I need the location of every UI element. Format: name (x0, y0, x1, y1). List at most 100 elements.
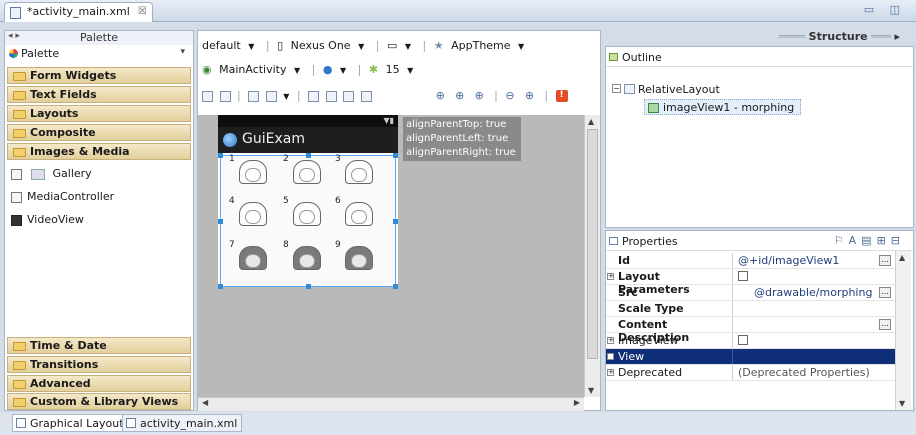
distribute-icon[interactable] (308, 90, 320, 102)
expand-all-icon[interactable]: ⊞ (877, 234, 891, 247)
activity-icon: ◉ (202, 63, 212, 76)
scroll-down-icon[interactable]: ▼ (899, 399, 905, 408)
scroll-up-icon[interactable]: ▲ (899, 253, 905, 262)
zoom-to-fit-icon[interactable]: ⊕ (436, 89, 448, 102)
property-row-layout-parameters[interactable]: + Layout Parameters (606, 269, 895, 296)
resize-handle[interactable] (218, 219, 223, 224)
tab-graphical-layout[interactable]: Graphical Layout (12, 414, 129, 432)
chevron-down-icon[interactable]: ▾ (180, 47, 185, 57)
tab-xml-source[interactable]: activity_main.xml (122, 414, 243, 432)
layout-params-icon[interactable] (360, 90, 372, 102)
checkbox-icon[interactable] (738, 271, 748, 281)
tab-label: Graphical Layout (30, 417, 124, 430)
palette-category-layouts[interactable]: Layouts (7, 105, 191, 122)
morph-frame: 5 (283, 196, 329, 240)
margins-icon[interactable] (248, 90, 260, 102)
structure-header: ════ Structure ═══ ▸ (778, 30, 900, 43)
property-row-id[interactable]: Id @+id/imageView1 … (606, 253, 895, 269)
scroll-left-icon[interactable]: ◀ (202, 398, 208, 407)
properties-icon (609, 237, 618, 245)
toggle-fill-width-icon[interactable] (202, 90, 213, 102)
scroll-up-icon[interactable]: ▲ (588, 117, 594, 126)
property-key: ImageView (618, 334, 679, 347)
property-row-view[interactable]: + View (606, 349, 895, 365)
property-row-src[interactable]: Src @drawable/morphing … (606, 285, 895, 301)
toggle-fill-height-icon[interactable] (219, 90, 231, 102)
properties-scrollbar[interactable]: ▲ ▼ (895, 251, 911, 410)
image-view-morphing[interactable]: 1 2 3 4 5 6 7 8 9 (218, 153, 398, 289)
checkbox-icon[interactable] (738, 335, 748, 345)
property-key: Src (618, 286, 638, 299)
activity-dropdown[interactable]: ◉ MainActivity ▼ (202, 63, 304, 76)
categories-icon[interactable]: ▤ (861, 234, 876, 247)
property-row-imageview[interactable]: + ImageView (606, 333, 895, 349)
align-icon[interactable] (325, 90, 337, 102)
scroll-right-icon[interactable]: ▶ (574, 398, 580, 407)
palette-item-videoview[interactable]: VideoView (11, 213, 84, 231)
editor-tab[interactable]: *activity_main.xml ☒ (4, 2, 153, 22)
canvas-horizontal-scrollbar[interactable]: ◀ ▶ (198, 397, 584, 411)
expand-arrow-icon[interactable]: ▸ (894, 30, 900, 43)
palette-category-text-fields[interactable]: Text Fields (7, 86, 191, 103)
ellipsis-button[interactable]: … (879, 287, 891, 298)
palette-category-transitions[interactable]: Transitions (7, 356, 191, 373)
resize-handle[interactable] (306, 284, 311, 289)
scroll-down-icon[interactable]: ▼ (588, 386, 594, 395)
collapse-icon[interactable]: − (612, 84, 621, 93)
folder-icon (13, 91, 26, 100)
property-row-deprecated[interactable]: + Deprecated (Deprecated Properties) (606, 365, 895, 381)
palette-item-gallery[interactable]: Gallery (11, 167, 92, 185)
ellipsis-button[interactable]: … (879, 255, 891, 266)
device-dropdown[interactable]: ▯ Nexus One ▼ (277, 39, 368, 52)
folder-icon (13, 148, 26, 157)
theme-dropdown[interactable]: ★ AppTheme ▼ (434, 39, 528, 52)
palette-category-images-media[interactable]: Images & Media (7, 143, 191, 160)
close-icon[interactable]: ☒ (138, 6, 147, 17)
resize-handle[interactable] (218, 153, 223, 158)
editor-tab-title: *activity_main.xml (27, 5, 130, 18)
ellipsis-button[interactable]: … (879, 319, 891, 330)
canvas-vertical-scrollbar[interactable]: ▲ ▼ (584, 115, 600, 397)
zoom-real-icon[interactable]: ⊕ (475, 89, 487, 102)
resize-handle[interactable] (218, 284, 223, 289)
property-value[interactable]: @+id/imageView1 (736, 254, 876, 267)
sort-alpha-icon[interactable]: A (849, 234, 862, 247)
tab-label: activity_main.xml (140, 417, 238, 430)
error-icon[interactable]: ! (555, 90, 568, 102)
palette-category-form-widgets[interactable]: Form Widgets (7, 67, 191, 84)
property-row-scale-type[interactable]: Scale Type (606, 301, 895, 317)
palette-category-advanced[interactable]: Advanced (7, 375, 191, 392)
resize-handle[interactable] (393, 284, 398, 289)
config-dropdown[interactable]: default ▼ (202, 39, 258, 52)
property-row-content-description[interactable]: Content Description … (606, 317, 895, 344)
palette-category-custom-library[interactable]: Custom & Library Views (7, 393, 191, 410)
zoom-actual-icon[interactable]: ⊕ (455, 89, 467, 102)
api-dropdown[interactable]: ✱ 15 ▼ (369, 63, 417, 76)
locale-dropdown[interactable]: ● ▼ (323, 63, 350, 76)
tree-node-relativelayout[interactable]: − RelativeLayout (612, 83, 720, 96)
frame-number: 1 (229, 154, 235, 164)
zoom-out-icon[interactable]: ⊖ (505, 89, 517, 102)
resize-handle[interactable] (306, 153, 311, 158)
orientation-dropdown[interactable]: ▭ ▼ (387, 39, 415, 52)
window-controls[interactable]: ▭ ◫ (864, 3, 906, 16)
tree-node-imageview[interactable]: imageView1 - morphing (644, 99, 802, 115)
resize-handle[interactable] (393, 219, 398, 224)
frame-number: 2 (283, 154, 289, 164)
zoom-in-icon[interactable]: ⊕ (525, 89, 537, 102)
category-label: Form Widgets (30, 69, 117, 82)
collapse-arrows-icon[interactable]: ◂ ▸ (8, 31, 20, 41)
palette-category-composite[interactable]: Composite (7, 124, 191, 141)
palette-category-time-date[interactable]: Time & Date (7, 337, 191, 354)
clear-constraints-icon[interactable] (343, 90, 355, 102)
collapse-all-icon[interactable]: ⊟ (891, 234, 905, 247)
palette-header-label: Palette (79, 31, 119, 44)
scrollbar-thumb[interactable] (587, 129, 598, 359)
outline-icon (609, 53, 618, 61)
palette-selector[interactable]: Palette ▾ (7, 47, 191, 63)
palette-item-mediacontroller[interactable]: MediaController (11, 190, 114, 208)
resize-handle[interactable] (393, 153, 398, 158)
show-advanced-icon[interactable]: ⚐ (834, 234, 849, 247)
gravity-icon[interactable] (265, 90, 277, 102)
property-value[interactable]: @drawable/morphing (736, 286, 876, 299)
